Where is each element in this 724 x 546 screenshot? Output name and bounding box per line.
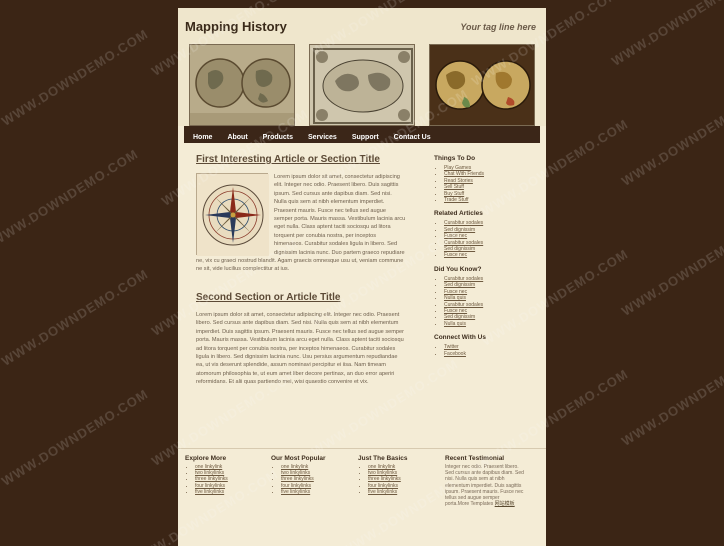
footer-col-explore-more: Explore More one linkylink two linkylink… — [185, 455, 228, 495]
nav-products[interactable]: Products — [257, 129, 299, 146]
main-navigation: Home About Products Services Support Contact … — [184, 126, 540, 143]
footer-link[interactable]: five linkylinks — [368, 489, 408, 495]
sidebar-heading-things-to-do: Things To Do — [434, 155, 476, 162]
sidebar-heading-did-you-know: Did You Know? — [434, 265, 482, 273]
watermark-text: WWW.DOWNDEMO.COM — [618, 216, 724, 319]
article-1-title[interactable]: First Interesting Article or Section Tit… — [196, 154, 406, 165]
nav-home[interactable]: Home — [187, 129, 218, 146]
footer-link[interactable]: five linkylinks — [281, 489, 326, 495]
tagline: Your tag line here — [460, 22, 536, 32]
watermark-text: WWW.DOWNDEMO.COM — [0, 26, 151, 129]
testimonial-text: Integer nec odio. Praesent libero. Sed c… — [445, 464, 524, 508]
watermark-text: WWW.DOWNDEMO.COM — [608, 0, 724, 69]
article-2-body: Lorem ipsum dolor sit amet, consectetur … — [196, 311, 404, 386]
sidebar-heading-related-articles: Related Articles — [434, 210, 483, 218]
sidebar-link[interactable]: Nulla quis — [444, 321, 534, 327]
footer-heading: Our Most Popular — [271, 455, 326, 462]
watermark-text: WWW.DOWNDEMO.COM — [618, 346, 724, 449]
sidebar-list-things-to-do: Play Games Chat With Friends Read Storie… — [434, 165, 534, 203]
watermark-text: WWW.DOWNDEMO.COM — [0, 266, 151, 369]
sidebar: Things To Do Play Games Chat With Friend… — [434, 155, 534, 364]
footer-link[interactable]: five linkylinks — [195, 489, 228, 495]
watermark-text: WWW.DOWNDEMO.COM — [618, 86, 724, 189]
footer-heading: Just The Basics — [358, 455, 408, 462]
article-2: Second Section or Article Title Lorem ip… — [196, 292, 406, 387]
banner-map-world-two-hemispheres — [189, 44, 295, 126]
sidebar-list-did-you-know: Curabitur sodales Sed dignissim Fusce ne… — [434, 276, 534, 327]
header: Mapping History Your tag line here — [178, 8, 546, 126]
main-content: First Interesting Article or Section Tit… — [196, 154, 406, 387]
sidebar-link[interactable]: Fusce nec — [444, 252, 534, 258]
testimonial-link[interactable]: 网站模板 — [495, 501, 515, 507]
article-2-title[interactable]: Second Section or Article Title — [196, 292, 406, 303]
compass-rose-image — [196, 173, 269, 256]
banner-map-old-engraved-world — [309, 44, 415, 126]
footer-col-recent-testimonial: Recent Testimonial Integer nec odio. Pra… — [445, 455, 525, 507]
footer-col-just-the-basics: Just The Basics one linkylink two linkyl… — [358, 455, 408, 495]
sidebar-list-connect-with-us: Twitter Facebook — [434, 344, 534, 357]
watermark-text: WWW.DOWNDEMO.COM — [0, 146, 141, 249]
nav-support[interactable]: Support — [346, 129, 385, 146]
site-title[interactable]: Mapping History — [185, 19, 287, 34]
nav-contact-us[interactable]: Contact Us — [388, 129, 437, 146]
footer-heading: Recent Testimonial — [445, 455, 505, 462]
nav-about[interactable]: About — [221, 129, 253, 146]
nav-services[interactable]: Services — [302, 129, 343, 146]
sidebar-link[interactable]: Trade Stuff — [444, 197, 534, 203]
footer-heading: Explore More — [185, 455, 227, 462]
watermark-text: WWW.DOWNDEMO.COM — [0, 386, 151, 489]
page-container: Mapping History Your tag line here Home … — [178, 8, 546, 546]
footer: Explore More one linkylink two linkylink… — [178, 448, 546, 546]
banner-map-colored-world — [429, 44, 535, 126]
footer-col-our-most-popular: Our Most Popular one linkylink two linky… — [271, 455, 326, 495]
sidebar-heading-connect-with-us: Connect With Us — [434, 334, 486, 342]
sidebar-link-facebook[interactable]: Facebook — [444, 351, 534, 357]
sidebar-list-related-articles: Curabitur sodales Sed dignissim Fusce ne… — [434, 220, 534, 258]
